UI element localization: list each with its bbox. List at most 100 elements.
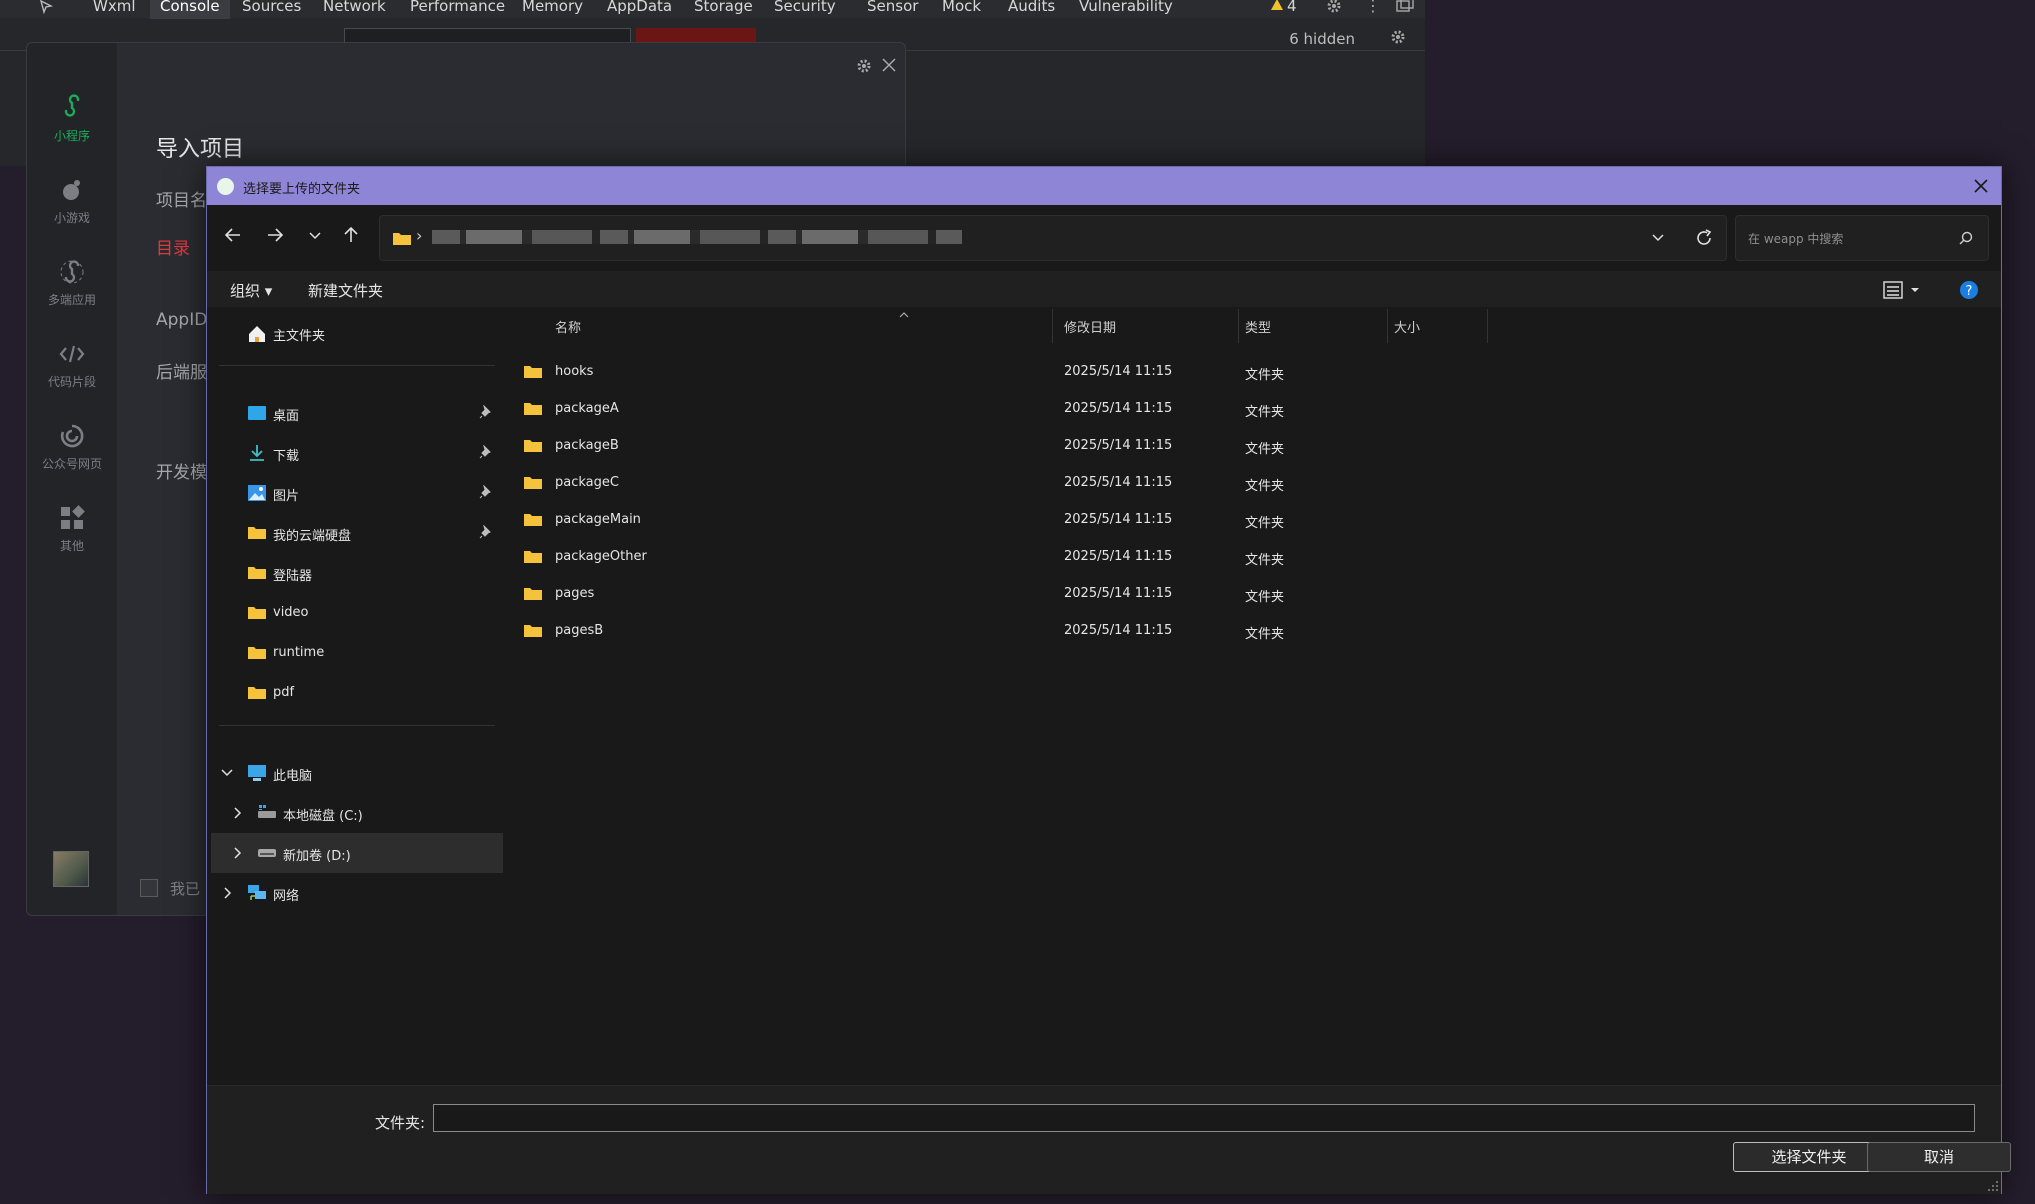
nav-item-launcher[interactable]: 登陆器	[211, 553, 503, 593]
folder-name-input[interactable]	[433, 1104, 1975, 1132]
tab-wxml[interactable]: Wxml	[93, 0, 136, 15]
multiplatform-icon	[57, 257, 87, 287]
column-header-size[interactable]: 大小	[1394, 317, 1420, 349]
tab-performance[interactable]: Performance	[410, 0, 505, 15]
file-modified: 2025/5/14 11:15	[1064, 475, 1173, 490]
sidebar-item-miniprogram[interactable]: 小程序	[27, 93, 117, 144]
tab-audits[interactable]: Audits	[1008, 0, 1055, 15]
sidebar-item-official-account[interactable]: 公众号网页	[27, 421, 117, 472]
pictures-icon	[247, 484, 267, 502]
chevron-right-icon[interactable]	[219, 885, 235, 901]
tab-vulnerability[interactable]: Vulnerability	[1079, 0, 1173, 15]
nav-item-drive-d[interactable]: 新加卷 (D:)	[211, 833, 503, 873]
nav-item-runtime[interactable]: runtime	[211, 633, 503, 673]
tab-security[interactable]: Security	[774, 0, 836, 15]
column-header-modified[interactable]: 修改日期	[1064, 317, 1116, 349]
chevron-down-icon[interactable]	[219, 765, 235, 781]
backend-service-label: 后端服	[156, 363, 207, 383]
sidebar-item-minigame[interactable]: 小游戏	[27, 175, 117, 226]
nav-item-home[interactable]: 主文件夹	[211, 313, 503, 353]
nav-item-this-pc[interactable]: 此电脑	[211, 753, 503, 793]
console-settings-icon[interactable]	[1389, 28, 1407, 46]
nav-item-desktop[interactable]: 桌面	[211, 393, 503, 433]
pin-icon[interactable]	[479, 405, 493, 419]
search-box[interactable]	[1735, 215, 1989, 261]
breadcrumb-path-blurred[interactable]	[432, 230, 962, 244]
table-row[interactable]: packageB 2025/5/14 11:15 文件夹	[517, 427, 1997, 464]
sidebar-item-multiplatform[interactable]: 多端应用	[27, 257, 117, 308]
resize-grip-icon[interactable]	[1987, 1180, 1999, 1192]
tab-storage[interactable]: Storage	[694, 0, 753, 15]
address-bar[interactable]: ›	[379, 215, 1727, 261]
gear-icon[interactable]	[855, 57, 873, 75]
chevron-right-icon[interactable]	[229, 805, 245, 821]
pin-icon[interactable]	[479, 525, 493, 539]
file-name: packageC	[555, 475, 619, 490]
table-row[interactable]: packageOther 2025/5/14 11:15 文件夹	[517, 538, 1997, 575]
undock-icon[interactable]	[1395, 0, 1415, 15]
tab-console[interactable]: Console	[150, 0, 230, 19]
table-row[interactable]: packageMain 2025/5/14 11:15 文件夹	[517, 501, 1997, 538]
new-folder-button[interactable]: 新建文件夹	[308, 280, 383, 301]
close-icon[interactable]	[880, 56, 898, 74]
nav-item-label: 下载	[273, 449, 300, 464]
more-icon[interactable]: ⋮	[1365, 0, 1381, 15]
dialog-footer: 文件夹: 选择文件夹 取消	[207, 1085, 2011, 1194]
up-icon[interactable]	[341, 225, 361, 245]
nav-item-video[interactable]: video	[211, 593, 503, 633]
column-divider[interactable]	[1487, 309, 1488, 343]
table-row[interactable]: hooks 2025/5/14 11:15 文件夹	[517, 353, 1997, 390]
command-bar: 组织 ▾ 新建文件夹 ?	[207, 271, 2001, 307]
table-row[interactable]: pagesB 2025/5/14 11:15 文件夹	[517, 612, 1997, 649]
column-header-name[interactable]: 名称	[555, 317, 581, 349]
column-divider[interactable]	[1238, 309, 1239, 343]
table-row[interactable]: pages 2025/5/14 11:15 文件夹	[517, 575, 1997, 612]
avatar[interactable]	[53, 851, 89, 887]
table-row[interactable]: packageC 2025/5/14 11:15 文件夹	[517, 464, 1997, 501]
forward-icon[interactable]	[265, 225, 285, 245]
tab-sensor[interactable]: Sensor	[867, 0, 918, 15]
pin-icon[interactable]	[479, 445, 493, 459]
nav-item-drive-c[interactable]: 本地磁盘 (C:)	[211, 793, 503, 833]
column-header-type[interactable]: 类型	[1245, 317, 1271, 349]
column-divider[interactable]	[1387, 309, 1388, 343]
organize-menu-button[interactable]: 组织 ▾	[230, 280, 272, 301]
recent-locations-chevron-icon[interactable]	[307, 225, 323, 245]
file-type: 文件夹	[1245, 368, 1285, 383]
nav-item-cloud-drive[interactable]: 我的云端硬盘	[211, 513, 503, 553]
inspect-icon[interactable]	[38, 0, 56, 16]
help-icon[interactable]: ?	[1959, 280, 1979, 300]
nav-item-pictures[interactable]: 图片	[211, 473, 503, 513]
close-icon[interactable]	[1971, 176, 1991, 196]
tab-sources[interactable]: Sources	[242, 0, 301, 15]
sidebar-item-other[interactable]: 其他	[27, 503, 117, 554]
back-icon[interactable]	[223, 225, 243, 245]
dialog-titlebar[interactable]: 选择要上传的文件夹	[207, 167, 2001, 205]
chevron-right-icon[interactable]	[229, 845, 245, 861]
sidebar-item-code-snippet[interactable]: 代码片段	[27, 339, 117, 390]
tab-appdata[interactable]: AppData	[607, 0, 672, 15]
cancel-button[interactable]: 取消	[1867, 1142, 2011, 1172]
select-folder-button[interactable]: 选择文件夹	[1733, 1142, 1885, 1172]
nav-item-network[interactable]: 网络	[211, 873, 503, 913]
table-row[interactable]: packageA 2025/5/14 11:15 文件夹	[517, 390, 1997, 427]
search-input[interactable]	[1746, 229, 1950, 249]
nav-item-pdf[interactable]: pdf	[211, 673, 503, 713]
refresh-icon[interactable]	[1694, 228, 1714, 248]
agree-checkbox[interactable]	[140, 879, 158, 897]
page-title: 导入项目	[156, 137, 245, 162]
search-icon[interactable]	[1958, 230, 1974, 246]
column-divider[interactable]	[1052, 309, 1053, 343]
nav-item-downloads[interactable]: 下载	[211, 433, 503, 473]
address-dropdown-icon[interactable]	[1650, 230, 1666, 246]
view-options-icon[interactable]	[1883, 280, 1923, 300]
folder-icon	[523, 437, 543, 453]
gear-icon[interactable]	[1325, 0, 1343, 15]
tab-mock[interactable]: Mock	[942, 0, 981, 15]
pin-icon[interactable]	[479, 485, 493, 499]
dialog-title: 选择要上传的文件夹	[243, 182, 361, 197]
miniprogram-icon	[57, 93, 87, 123]
warning-count[interactable]: 4	[1287, 0, 1297, 15]
tab-memory[interactable]: Memory	[522, 0, 583, 15]
tab-network[interactable]: Network	[323, 0, 386, 15]
